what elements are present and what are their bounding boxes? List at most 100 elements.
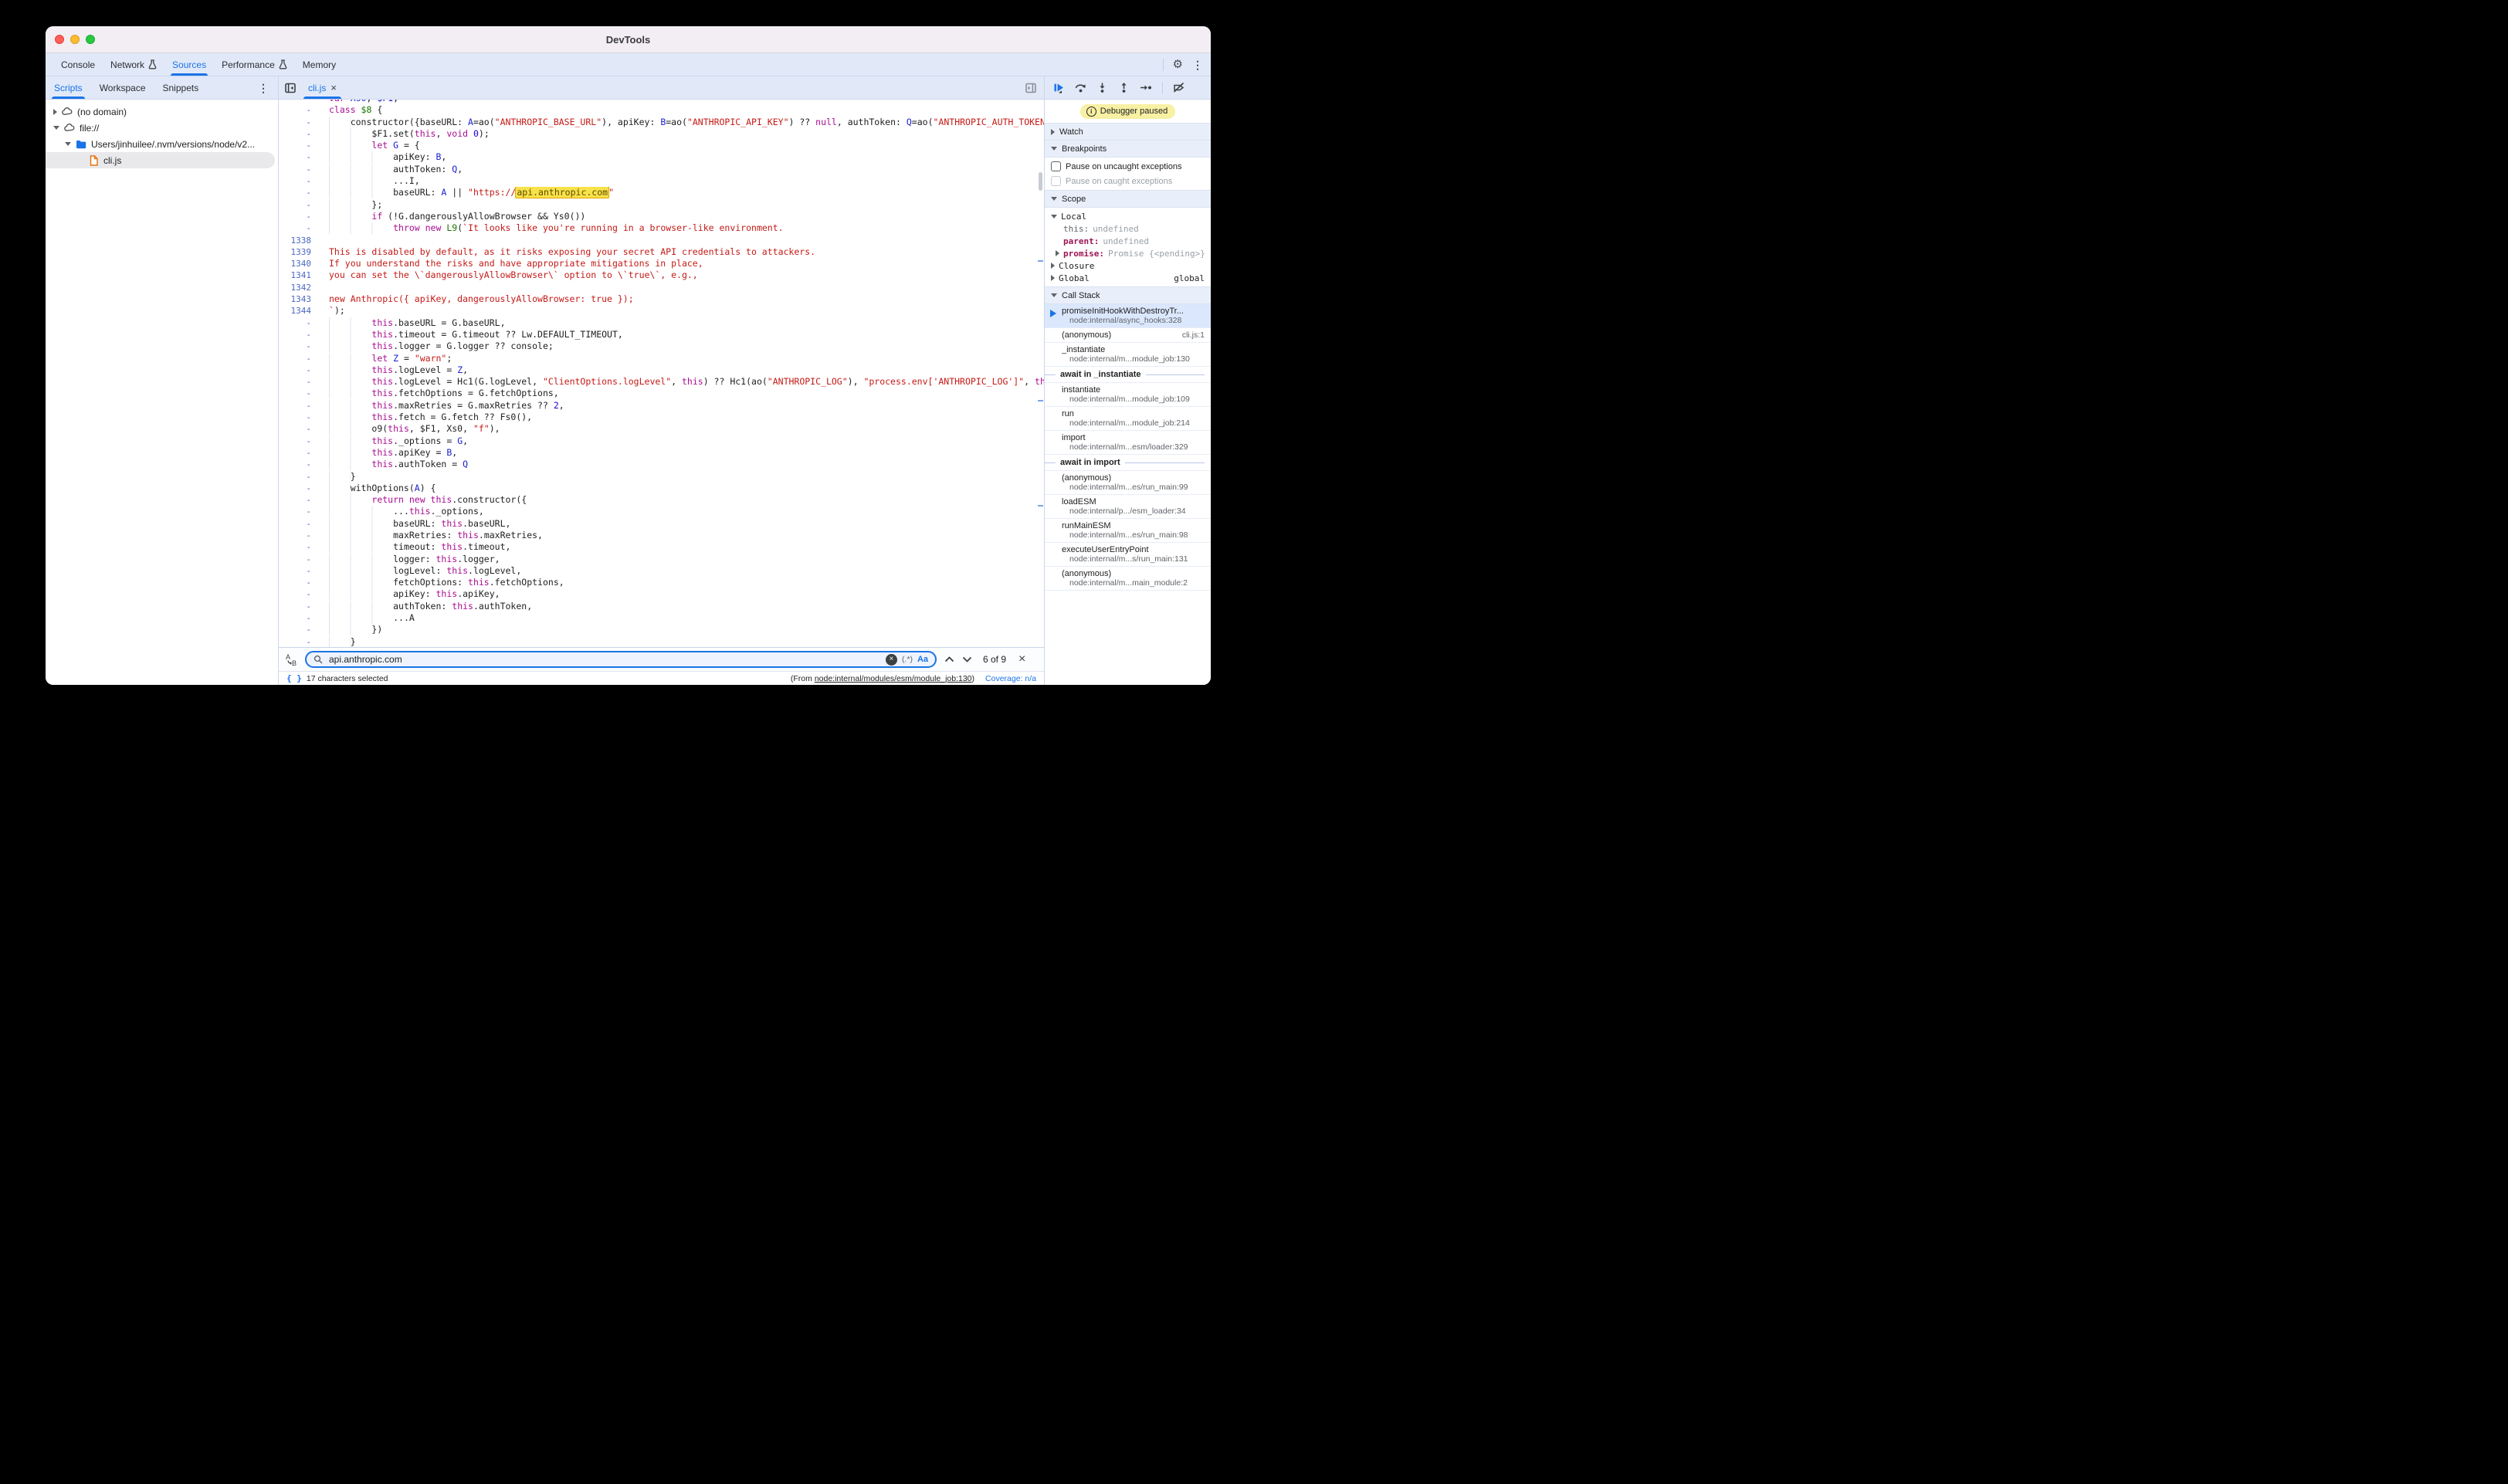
call-stack-frame[interactable]: instantiatenode:internal/m...module_job:…: [1045, 383, 1211, 407]
settings-gear-icon[interactable]: ⚙: [1173, 59, 1183, 70]
line-content: apiKey: B,: [321, 151, 1044, 163]
code-line: -...I,: [279, 175, 1044, 187]
step-out-button[interactable]: [1118, 82, 1130, 93]
line-gutter: -: [279, 636, 321, 647]
coverage-link[interactable]: Coverage: n/a: [985, 674, 1036, 683]
minimize-window-button[interactable]: [70, 35, 80, 44]
code-token: if: [371, 211, 382, 222]
hide-navigator-icon[interactable]: [285, 83, 296, 93]
chevron-right-icon[interactable]: [1051, 263, 1055, 269]
call-stack-frame[interactable]: (anonymous)node:internal/m...es/run_main…: [1045, 471, 1211, 495]
checkbox[interactable]: [1051, 161, 1061, 171]
close-find-bar-icon[interactable]: ×: [1018, 653, 1025, 666]
call-stack-frame[interactable]: loadESMnode:internal/p.../esm_loader:34: [1045, 495, 1211, 519]
search-input[interactable]: [327, 653, 881, 666]
breakpoint-option[interactable]: Pause on uncaught exceptions: [1045, 159, 1211, 174]
resume-script-button[interactable]: [1053, 82, 1065, 93]
clear-search-icon[interactable]: ×: [886, 654, 897, 666]
code-token: Xs0: [351, 100, 367, 103]
zoom-window-button[interactable]: [86, 35, 95, 44]
chevron-right-icon[interactable]: [53, 109, 57, 115]
scope-row[interactable]: promise:Promise {<pending>}: [1045, 247, 1211, 259]
call-stack-frame[interactable]: runMainESMnode:internal/m...es/run_main:…: [1045, 519, 1211, 543]
line-content: you can set the \`dangerouslyAllowBrowse…: [321, 269, 1044, 281]
scope-row[interactable]: this:undefined: [1045, 222, 1211, 235]
breakpoints-label: Breakpoints: [1062, 144, 1107, 154]
chevron-down-icon[interactable]: [1051, 215, 1057, 219]
chevron-right-icon[interactable]: [1051, 275, 1055, 281]
code-token: =: [398, 353, 415, 364]
search-match-marker: [1038, 400, 1043, 401]
call-stack-frame[interactable]: promiseInitHookWithDestroyTr...node:inte…: [1045, 304, 1211, 328]
tree-item-file-[interactable]: file://: [46, 120, 278, 136]
scope-row[interactable]: Globalglobal: [1045, 272, 1211, 284]
code-line: -...this._options,: [279, 506, 1044, 517]
tree-item-cli-js[interactable]: cli.js: [46, 152, 275, 168]
from-link[interactable]: node:internal/modules/esm/module_job:130: [815, 674, 972, 683]
section-scope[interactable]: Scope: [1045, 190, 1211, 208]
call-stack-frame[interactable]: executeUserEntryPointnode:internal/m...s…: [1045, 543, 1211, 567]
line-gutter: -: [279, 565, 321, 577]
scope-row[interactable]: Local: [1045, 210, 1211, 222]
tab-close-icon[interactable]: ×: [330, 82, 337, 93]
source-code-view[interactable]: var Xs0, $F1;-class $8 {-constructor({ba…: [279, 100, 1044, 647]
chevron-down-icon[interactable]: [53, 126, 59, 130]
panel-tab-sources[interactable]: Sources: [164, 53, 214, 76]
find-mode-icon[interactable]: AB: [285, 653, 297, 666]
section-breakpoints[interactable]: Breakpoints: [1045, 141, 1211, 158]
step-over-button[interactable]: [1075, 82, 1086, 93]
more-options-icon[interactable]: ⋮: [1192, 59, 1203, 70]
window-title: DevTools: [606, 34, 651, 46]
call-stack-frame[interactable]: importnode:internal/m...esm/loader:329: [1045, 431, 1211, 455]
step-into-button[interactable]: [1096, 82, 1108, 93]
tree-item--no-domain-[interactable]: (no domain): [46, 103, 278, 120]
panel-tab-memory[interactable]: Memory: [295, 53, 344, 76]
code-token: "warn": [415, 353, 447, 364]
navigator-more-icon[interactable]: ⋮: [258, 83, 269, 93]
navigator-tab-snippets[interactable]: Snippets: [154, 76, 208, 99]
step-button[interactable]: [1140, 82, 1152, 93]
call-stack-frame[interactable]: _instantiatenode:internal/m...module_job…: [1045, 343, 1211, 367]
line-content: logLevel: this.logLevel,: [321, 565, 1044, 577]
panel-tab-network[interactable]: Network: [103, 53, 164, 76]
code-token: , $F1, Xs0,: [409, 423, 473, 434]
show-debugger-sidebar-icon[interactable]: [1025, 83, 1036, 93]
chevron-right-icon[interactable]: [1056, 250, 1059, 256]
indent-guides: [329, 518, 393, 530]
code-token: fetchOptions:: [393, 577, 468, 588]
section-watch[interactable]: Watch: [1045, 123, 1211, 141]
code-token: 0: [473, 128, 479, 139]
line-gutter: -: [279, 423, 321, 435]
scope-row[interactable]: Closure: [1045, 259, 1211, 272]
chevron-down-icon[interactable]: [65, 142, 71, 146]
scope-row[interactable]: parent:undefined: [1045, 235, 1211, 247]
code-token: ,: [441, 151, 446, 162]
panel-tab-performance[interactable]: Performance: [214, 53, 295, 76]
section-call-stack[interactable]: Call Stack: [1045, 286, 1211, 304]
call-stack-frame[interactable]: runnode:internal/m...module_job:214: [1045, 407, 1211, 431]
tree-item-users-jinhuilee-nvm-versions-node-v2-[interactable]: Users/jinhuilee/.nvm/versions/node/v2...: [46, 136, 278, 152]
regex-toggle[interactable]: (.*): [902, 655, 913, 664]
tab-cli-js[interactable]: cli.js×: [299, 76, 346, 99]
indent-guides: [329, 412, 371, 423]
call-stack-frame[interactable]: (anonymous)cli.js:1: [1045, 328, 1211, 343]
deactivate-breakpoints-button[interactable]: [1173, 82, 1185, 93]
next-match-button[interactable]: [962, 656, 972, 662]
code-token: .maxRetries,: [479, 530, 543, 540]
line-gutter: -: [279, 588, 321, 600]
navigator-tab-workspace[interactable]: Workspace: [91, 76, 154, 99]
previous-match-button[interactable]: [944, 656, 954, 662]
line-gutter: 1338: [279, 235, 321, 246]
panel-tab-console[interactable]: Console: [53, 53, 103, 76]
editor-scrollbar-thumb[interactable]: [1039, 172, 1042, 191]
code-token: this: [388, 423, 409, 434]
execution-arrow-icon: [1050, 310, 1056, 317]
navigator-tab-scripts[interactable]: Scripts: [46, 76, 91, 99]
line-gutter: -: [279, 128, 321, 140]
code-line: -logLevel: this.logLevel,: [279, 565, 1044, 577]
breakpoint-option[interactable]: Pause on caught exceptions: [1045, 174, 1211, 188]
close-window-button[interactable]: [55, 35, 64, 44]
match-case-toggle[interactable]: Aa: [917, 655, 928, 664]
pretty-print-icon[interactable]: { }: [286, 673, 302, 683]
call-stack-frame[interactable]: (anonymous)node:internal/m...main_module…: [1045, 567, 1211, 591]
